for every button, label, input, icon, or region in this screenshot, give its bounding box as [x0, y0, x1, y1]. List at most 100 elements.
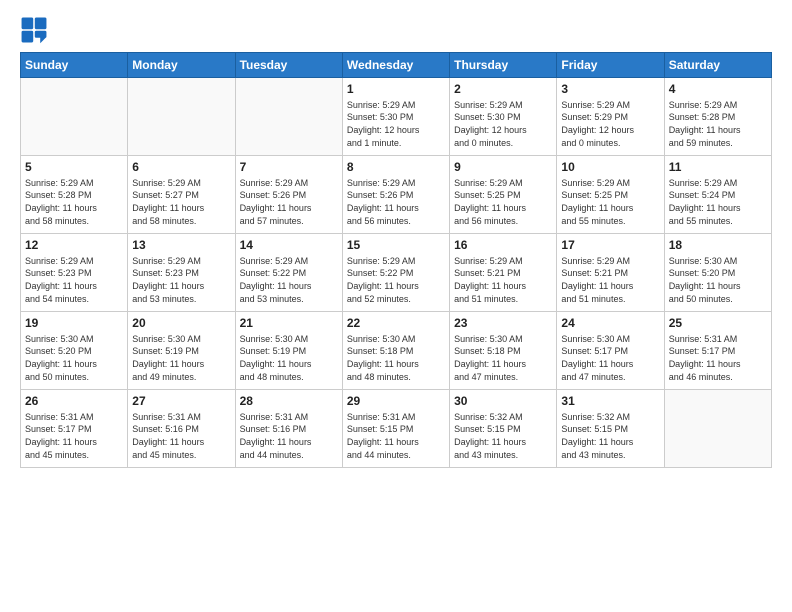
day-info: Sunrise: 5:31 AM Sunset: 5:17 PM Dayligh…: [25, 411, 123, 461]
day-number: 14: [240, 237, 338, 254]
day-cell: 17Sunrise: 5:29 AM Sunset: 5:21 PM Dayli…: [557, 234, 664, 312]
day-info: Sunrise: 5:29 AM Sunset: 5:24 PM Dayligh…: [669, 177, 767, 227]
day-info: Sunrise: 5:29 AM Sunset: 5:21 PM Dayligh…: [454, 255, 552, 305]
day-info: Sunrise: 5:32 AM Sunset: 5:15 PM Dayligh…: [454, 411, 552, 461]
day-number: 15: [347, 237, 445, 254]
header-cell-sunday: Sunday: [21, 53, 128, 78]
header-cell-friday: Friday: [557, 53, 664, 78]
day-cell: [235, 78, 342, 156]
day-cell: 22Sunrise: 5:30 AM Sunset: 5:18 PM Dayli…: [342, 312, 449, 390]
day-info: Sunrise: 5:30 AM Sunset: 5:20 PM Dayligh…: [25, 333, 123, 383]
day-info: Sunrise: 5:30 AM Sunset: 5:19 PM Dayligh…: [240, 333, 338, 383]
header-cell-saturday: Saturday: [664, 53, 771, 78]
day-cell: 4Sunrise: 5:29 AM Sunset: 5:28 PM Daylig…: [664, 78, 771, 156]
day-info: Sunrise: 5:29 AM Sunset: 5:21 PM Dayligh…: [561, 255, 659, 305]
day-cell: 10Sunrise: 5:29 AM Sunset: 5:25 PM Dayli…: [557, 156, 664, 234]
day-cell: 11Sunrise: 5:29 AM Sunset: 5:24 PM Dayli…: [664, 156, 771, 234]
day-number: 9: [454, 159, 552, 176]
day-info: Sunrise: 5:30 AM Sunset: 5:19 PM Dayligh…: [132, 333, 230, 383]
day-info: Sunrise: 5:29 AM Sunset: 5:28 PM Dayligh…: [25, 177, 123, 227]
day-number: 3: [561, 81, 659, 98]
header-cell-tuesday: Tuesday: [235, 53, 342, 78]
day-cell: 24Sunrise: 5:30 AM Sunset: 5:17 PM Dayli…: [557, 312, 664, 390]
day-cell: 15Sunrise: 5:29 AM Sunset: 5:22 PM Dayli…: [342, 234, 449, 312]
day-number: 26: [25, 393, 123, 410]
week-row-1: 5Sunrise: 5:29 AM Sunset: 5:28 PM Daylig…: [21, 156, 772, 234]
day-info: Sunrise: 5:31 AM Sunset: 5:17 PM Dayligh…: [669, 333, 767, 383]
day-info: Sunrise: 5:29 AM Sunset: 5:22 PM Dayligh…: [240, 255, 338, 305]
header-cell-monday: Monday: [128, 53, 235, 78]
day-number: 5: [25, 159, 123, 176]
day-number: 4: [669, 81, 767, 98]
week-row-2: 12 Sunrise: 5:29 AM Sunset: 5:23 PM Dayli…: [21, 234, 772, 312]
day-info: Sunrise: 5:29 AM Sunset: 5:30 PM Dayligh…: [347, 99, 445, 149]
day-number: 17: [561, 237, 659, 254]
day-info: Sunrise: 5:31 AM Sunset: 5:15 PM Dayligh…: [347, 411, 445, 461]
day-number: 29: [347, 393, 445, 410]
day-info: Sunrise: 5:29 AM Sunset: 5:30 PM Dayligh…: [454, 99, 552, 149]
day-cell: 28Sunrise: 5:31 AM Sunset: 5:16 PM Dayli…: [235, 390, 342, 468]
day-number: 2: [454, 81, 552, 98]
day-number: 24: [561, 315, 659, 332]
day-info: Sunrise: 5:30 AM Sunset: 5:20 PM Dayligh…: [669, 255, 767, 305]
day-cell: 1Sunrise: 5:29 AM Sunset: 5:30 PM Daylig…: [342, 78, 449, 156]
day-cell: 23Sunrise: 5:30 AM Sunset: 5:18 PM Dayli…: [450, 312, 557, 390]
calendar-body: 1Sunrise: 5:29 AM Sunset: 5:30 PM Daylig…: [21, 78, 772, 468]
day-info: Sunrise: 5:29 AM Sunset: 5:28 PM Dayligh…: [669, 99, 767, 149]
week-row-3: 19Sunrise: 5:30 AM Sunset: 5:20 PM Dayli…: [21, 312, 772, 390]
day-info: Sunrise: 5:29 AM Sunset: 5:25 PM Dayligh…: [454, 177, 552, 227]
day-cell: 13Sunrise: 5:29 AM Sunset: 5:23 PM Dayli…: [128, 234, 235, 312]
header-cell-thursday: Thursday: [450, 53, 557, 78]
day-cell: 8Sunrise: 5:29 AM Sunset: 5:26 PM Daylig…: [342, 156, 449, 234]
day-number: 23: [454, 315, 552, 332]
day-info: Sunrise: 5:29 AM Sunset: 5:26 PM Dayligh…: [240, 177, 338, 227]
day-cell: 25Sunrise: 5:31 AM Sunset: 5:17 PM Dayli…: [664, 312, 771, 390]
day-cell: 19Sunrise: 5:30 AM Sunset: 5:20 PM Dayli…: [21, 312, 128, 390]
day-cell: 27Sunrise: 5:31 AM Sunset: 5:16 PM Dayli…: [128, 390, 235, 468]
day-cell: 3Sunrise: 5:29 AM Sunset: 5:29 PM Daylig…: [557, 78, 664, 156]
day-number: 31: [561, 393, 659, 410]
week-row-4: 26Sunrise: 5:31 AM Sunset: 5:17 PM Dayli…: [21, 390, 772, 468]
day-info: Sunrise: 5:29 AM Sunset: 5:22 PM Dayligh…: [347, 255, 445, 305]
day-info: Sunrise: 5:29 AM Sunset: 5:29 PM Dayligh…: [561, 99, 659, 149]
day-cell: 29Sunrise: 5:31 AM Sunset: 5:15 PM Dayli…: [342, 390, 449, 468]
day-info: Sunrise: 5:32 AM Sunset: 5:15 PM Dayligh…: [561, 411, 659, 461]
day-cell: 21Sunrise: 5:30 AM Sunset: 5:19 PM Dayli…: [235, 312, 342, 390]
day-cell: 6Sunrise: 5:29 AM Sunset: 5:27 PM Daylig…: [128, 156, 235, 234]
header: [20, 16, 772, 44]
day-number: 8: [347, 159, 445, 176]
day-info: Sunrise: 5:30 AM Sunset: 5:18 PM Dayligh…: [454, 333, 552, 383]
day-number: 30: [454, 393, 552, 410]
day-number: 11: [669, 159, 767, 176]
day-info: Sunrise: 5:31 AM Sunset: 5:16 PM Dayligh…: [132, 411, 230, 461]
day-number: 12: [25, 237, 123, 254]
day-cell: [128, 78, 235, 156]
day-info: Sunrise: 5:29 AM Sunset: 5:27 PM Dayligh…: [132, 177, 230, 227]
day-info: Sunrise: 5:29 AM Sunset: 5:23 PM Dayligh…: [132, 255, 230, 305]
day-cell: 18Sunrise: 5:30 AM Sunset: 5:20 PM Dayli…: [664, 234, 771, 312]
day-number: 22: [347, 315, 445, 332]
day-cell: 12Sunrise: 5:29 AM Sunset: 5:23 PM Dayli…: [21, 234, 128, 312]
day-number: 20: [132, 315, 230, 332]
page: SundayMondayTuesdayWednesdayThursdayFrid…: [0, 0, 792, 612]
calendar-table: SundayMondayTuesdayWednesdayThursdayFrid…: [20, 52, 772, 468]
day-cell: 16Sunrise: 5:29 AM Sunset: 5:21 PM Dayli…: [450, 234, 557, 312]
day-number: 6: [132, 159, 230, 176]
calendar-header: SundayMondayTuesdayWednesdayThursdayFrid…: [21, 53, 772, 78]
day-cell: 9Sunrise: 5:29 AM Sunset: 5:25 PM Daylig…: [450, 156, 557, 234]
day-number: 25: [669, 315, 767, 332]
day-number: 13: [132, 237, 230, 254]
day-cell: 31Sunrise: 5:32 AM Sunset: 5:15 PM Dayli…: [557, 390, 664, 468]
day-info: Sunrise: 5:30 AM Sunset: 5:18 PM Dayligh…: [347, 333, 445, 383]
day-number: 28: [240, 393, 338, 410]
day-number: 1: [347, 81, 445, 98]
day-number: 7: [240, 159, 338, 176]
day-cell: 5Sunrise: 5:29 AM Sunset: 5:28 PM Daylig…: [21, 156, 128, 234]
day-cell: 14Sunrise: 5:29 AM Sunset: 5:22 PM Dayli…: [235, 234, 342, 312]
day-number: 10: [561, 159, 659, 176]
day-info: Sunrise: 5:29 AM Sunset: 5:26 PM Dayligh…: [347, 177, 445, 227]
logo-icon: [20, 16, 48, 44]
day-cell: 7Sunrise: 5:29 AM Sunset: 5:26 PM Daylig…: [235, 156, 342, 234]
day-number: 19: [25, 315, 123, 332]
day-cell: 20Sunrise: 5:30 AM Sunset: 5:19 PM Dayli…: [128, 312, 235, 390]
